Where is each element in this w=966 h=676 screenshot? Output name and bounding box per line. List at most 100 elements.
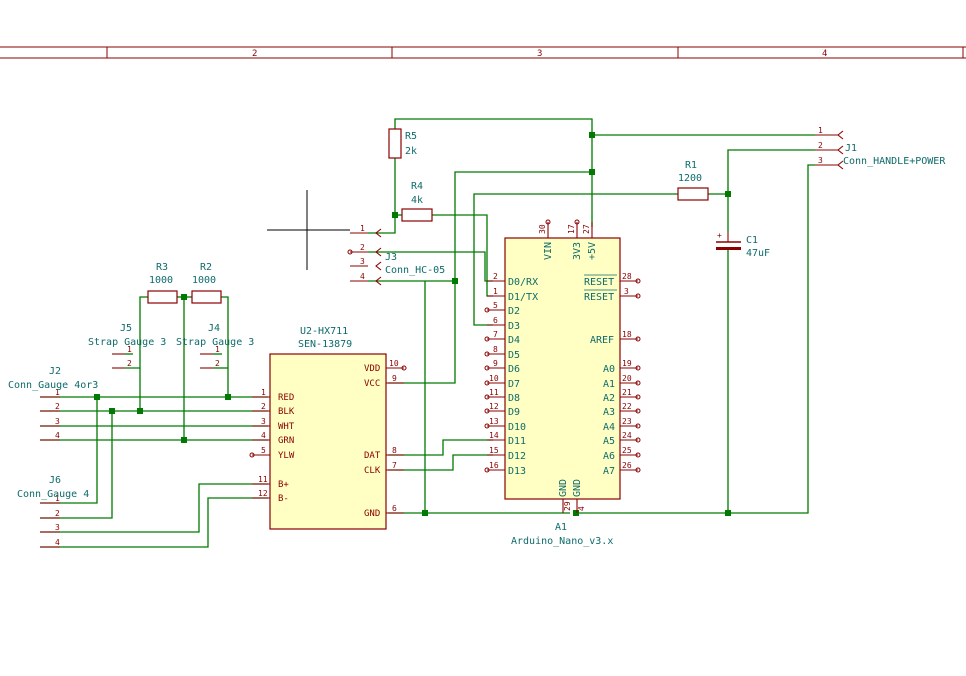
a1-pin-name: A7 (603, 466, 615, 477)
a1-value: Arduino_Nano_v3.x (511, 536, 613, 547)
a1-pin-num: 24 (622, 431, 632, 440)
capacitor-c1[interactable]: + C1 47uF (716, 231, 770, 259)
connector-j6[interactable]: 1 2 3 4 J6 Conn_Gauge 4 (17, 475, 89, 548)
u2-pin-num: 10 (389, 359, 399, 368)
u2-pin-name: B+ (278, 480, 289, 490)
a1-pin-name: D4 (508, 335, 520, 346)
u2-pin-name: GND (364, 509, 380, 519)
resistor-r4[interactable]: R4 4k (401, 181, 433, 222)
ic-u2-hx711[interactable]: U2-HX711 SEN-13879 1 2 3 4 5 11 12 RED B… (249, 326, 407, 530)
svg-text:2: 2 (360, 243, 365, 252)
u2-pin-num: 1 (261, 388, 266, 397)
connector-j2[interactable]: 1 2 3 4 J2 Conn_Gauge 4or3 (8, 366, 98, 441)
ic-a1-arduino-nano[interactable]: A1 Arduino_Nano_v3.x 2 1 5 6 7 8 9 10 11… (484, 219, 641, 547)
a1-pin-num: 14 (489, 431, 499, 440)
u2-pin-name: DAT (364, 451, 381, 461)
a1-pin-num: 7 (493, 330, 498, 339)
a1-pin-name: A2 (603, 393, 615, 404)
j6-ref: J6 (49, 475, 61, 486)
connector-j5[interactable]: 1 2 J5 Strap Gauge 3 (88, 323, 166, 369)
u2-pin-name: CLK (364, 466, 381, 476)
j1-ref: J1 (845, 143, 857, 154)
a1-pin-name: D9 (508, 407, 520, 418)
a1-pin-num: 8 (493, 345, 498, 354)
svg-text:3: 3 (360, 257, 365, 266)
schematic-canvas: 2 3 4 R5 2k R4 4k R1 1200 R3 1000 R2 100… (0, 46, 966, 548)
u2-pin-num: 11 (258, 475, 268, 484)
a1-pin-name: D10 (508, 422, 526, 433)
a1-pin-name: A3 (603, 407, 615, 418)
frame-border: 2 3 4 (0, 46, 966, 59)
a1-pin-num: 22 (622, 402, 632, 411)
j1-value: Conn_HANDLE+POWER (843, 156, 946, 167)
a1-pin-num: 10 (489, 374, 499, 383)
u2-pin-num: 4 (261, 431, 266, 440)
a1-pin-num: 26 (622, 461, 632, 470)
u2-pin-num: 7 (392, 461, 397, 470)
u2-ref: U2-HX711 (300, 326, 348, 337)
j5-value: Strap Gauge 3 (88, 337, 166, 348)
a1-pin-name: AREF (590, 335, 614, 346)
r1-ref: R1 (685, 160, 697, 171)
a1-pin-name: D6 (508, 364, 520, 375)
u2-pin-num: 5 (261, 446, 266, 455)
a1-pin-num: 20 (622, 374, 632, 383)
a1-pin-name: A0 (603, 364, 615, 375)
u2-pin-name: B- (278, 494, 289, 504)
svg-text:2: 2 (55, 509, 60, 518)
a1-pin-name: D11 (508, 436, 526, 447)
r4-ref: R4 (411, 181, 423, 192)
a1-pin-num: 17 (567, 224, 576, 234)
resistor-r3[interactable]: R3 1000 (147, 262, 178, 304)
a1-pin-num: 9 (493, 359, 498, 368)
a1-pin-name: D8 (508, 393, 520, 404)
a1-pin-num: 6 (493, 316, 498, 325)
connector-j4[interactable]: 1 2 J4 Strap Gauge 3 (176, 323, 254, 369)
j2-value: Conn_Gauge 4or3 (8, 380, 98, 391)
a1-pin-num: 1 (493, 287, 498, 296)
c1-value: 47uF (746, 248, 770, 259)
a1-pin-name: D1/TX (508, 292, 538, 303)
svg-text:1: 1 (818, 126, 823, 135)
j4-value: Strap Gauge 3 (176, 337, 254, 348)
r2-ref: R2 (200, 262, 212, 273)
resistor-r2[interactable]: R2 1000 (191, 262, 222, 304)
frame-column-label: 4 (822, 49, 827, 59)
svg-text:4: 4 (55, 431, 60, 440)
svg-text:2: 2 (818, 141, 823, 150)
connector-j1[interactable]: 1 2 3 J1 Conn_HANDLE+POWER (815, 126, 946, 170)
connector-j3[interactable]: 1 2 3 4 J3 Conn_HC-05 (347, 224, 445, 286)
a1-pin-name: D7 (508, 379, 520, 390)
resistor-r5[interactable]: R5 2k (388, 128, 417, 159)
a1-pin-num: 18 (622, 330, 632, 339)
u2-pin-name: VDD (364, 364, 380, 374)
svg-text:4: 4 (55, 538, 60, 547)
a1-pin-name: A4 (603, 422, 615, 433)
a1-pin-name: GND (572, 479, 583, 497)
a1-pin-num: 23 (622, 417, 632, 426)
svg-text:1: 1 (360, 224, 365, 233)
u2-pin-name: BLK (278, 407, 295, 417)
a1-pin-name: VIN (543, 242, 554, 260)
a1-pin-num: 5 (493, 301, 498, 310)
svg-text:2: 2 (215, 359, 220, 368)
frame-column-label: 2 (252, 49, 257, 59)
a1-pin-name: A5 (603, 436, 615, 447)
a1-pin-num: 4 (577, 506, 586, 511)
u2-pin-num: 9 (392, 374, 397, 383)
a1-pin-num: 11 (489, 388, 499, 397)
u2-pin-name: GRN (278, 436, 294, 446)
u2-value: SEN-13879 (298, 339, 352, 350)
u2-pin-name: VCC (364, 379, 380, 389)
a1-pin-num: 29 (563, 501, 572, 511)
r3-ref: R3 (156, 262, 168, 273)
a1-pin-name: +5V (587, 242, 598, 260)
resistor-r1[interactable]: R1 1200 (677, 160, 709, 201)
r5-value: 2k (405, 146, 417, 157)
svg-text:3: 3 (818, 156, 823, 165)
a1-pin-num: 15 (489, 446, 499, 455)
u2-pin-num: 2 (261, 402, 266, 411)
a1-pin-name: A6 (603, 451, 615, 462)
j4-ref: J4 (208, 323, 220, 334)
u2-pin-name: YLW (278, 451, 295, 461)
